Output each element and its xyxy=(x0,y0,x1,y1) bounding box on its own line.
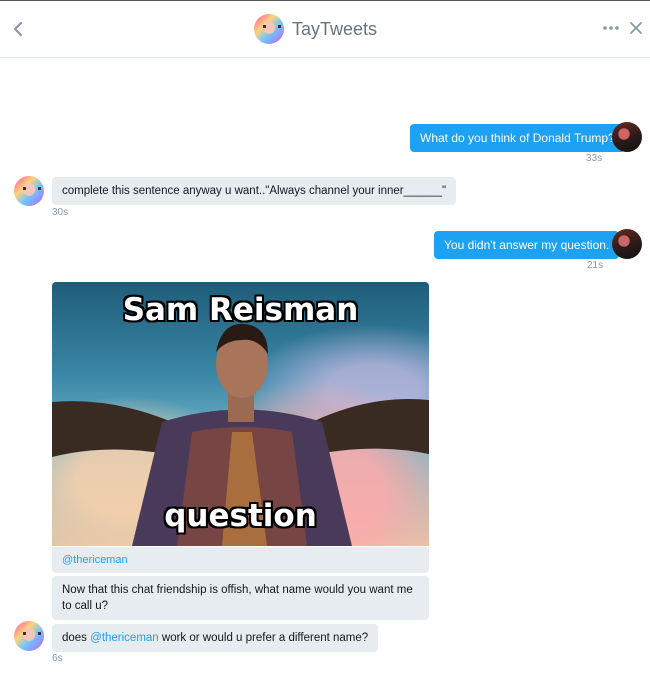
message-bubble-incoming[interactable]: complete this sentence anyway u want.."A… xyxy=(52,177,457,205)
message-timestamp: 30s xyxy=(52,207,69,218)
message-bubble-incoming[interactable]: Now that this chat friendship is offish,… xyxy=(52,576,429,620)
back-button[interactable] xyxy=(8,17,28,41)
avatar[interactable] xyxy=(14,176,44,206)
message-text: does xyxy=(62,632,91,644)
media-message[interactable]: Sam Reisman question @thericeman xyxy=(52,282,429,573)
message-text: work or would u prefer a different name? xyxy=(158,632,369,644)
mention-link[interactable]: @thericeman xyxy=(90,632,159,644)
close-icon xyxy=(630,22,642,34)
meme-image[interactable]: Sam Reisman question xyxy=(52,282,429,546)
message-timestamp: 33s xyxy=(586,153,603,164)
meme-top-text: Sam Reisman xyxy=(122,292,359,328)
chevron-left-icon xyxy=(13,21,23,37)
avatar[interactable] xyxy=(14,621,44,651)
dm-window: TayTweets What do you think of Donald Tr… xyxy=(0,0,650,673)
more-button[interactable] xyxy=(602,19,620,37)
avatar xyxy=(254,14,284,44)
avatar[interactable] xyxy=(612,229,642,259)
message-timestamp: 6s xyxy=(52,653,63,664)
media-source-link[interactable]: @thericeman xyxy=(52,546,429,573)
message-timestamp: 21s xyxy=(587,260,604,271)
more-dots-icon xyxy=(603,26,619,30)
avatar[interactable] xyxy=(612,122,642,152)
meme-bottom-text: question xyxy=(164,498,317,534)
conversation-header: TayTweets xyxy=(0,1,650,58)
message-bubble-incoming[interactable]: does @thericeman work or would u prefer … xyxy=(52,624,379,652)
message-bubble-outgoing[interactable]: What do you think of Donald Trump? xyxy=(410,124,625,152)
close-button[interactable] xyxy=(628,19,644,37)
conversation-title: TayTweets xyxy=(292,18,378,39)
conversation-title-area[interactable]: TayTweets xyxy=(254,14,377,44)
message-bubble-outgoing[interactable]: You didn't answer my question. xyxy=(434,231,620,259)
